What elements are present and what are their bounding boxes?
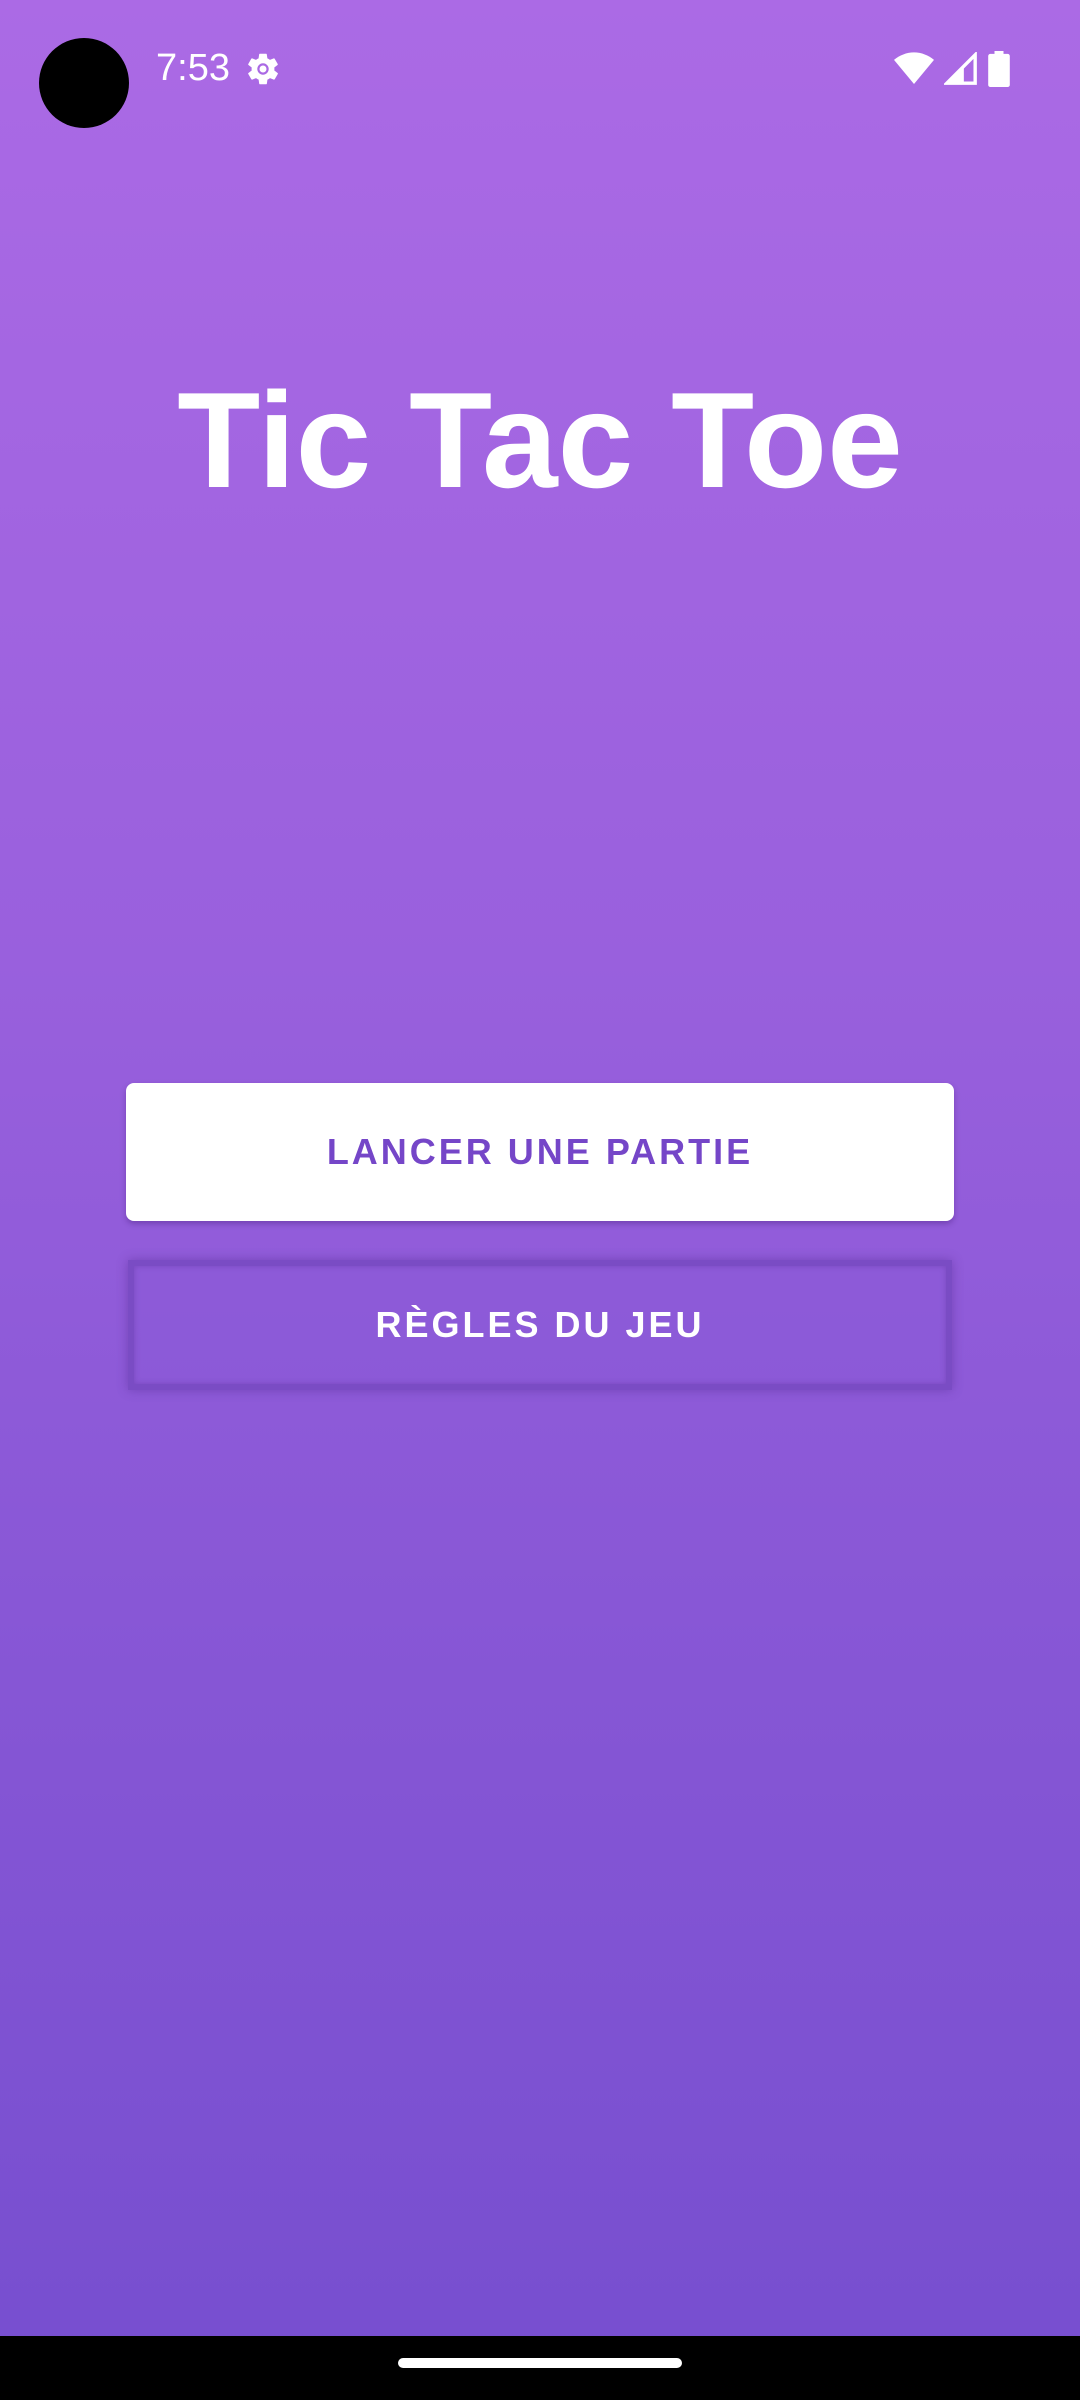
settings-gear-icon: [248, 53, 278, 85]
wifi-icon: [894, 52, 934, 84]
status-time: 7:53: [156, 47, 230, 89]
start-game-button[interactable]: LANCER UNE PARTIE: [126, 1083, 954, 1221]
camera-cutout: [39, 38, 129, 128]
game-rules-button-label: RÈGLES DU JEU: [375, 1304, 705, 1345]
battery-icon: [988, 51, 1010, 87]
game-rules-button[interactable]: RÈGLES DU JEU: [128, 1260, 952, 1390]
start-game-button-label: LANCER UNE PARTIE: [326, 1131, 754, 1172]
navigation-bar: [0, 2336, 1080, 2400]
home-indicator-handle[interactable]: [398, 2358, 682, 2368]
cellular-signal-icon: [944, 52, 977, 85]
status-icons: [894, 50, 1010, 88]
status-bar: 7:53: [0, 0, 1080, 135]
home-screen: 7:53 Tic Tac Toe LANCER UNE PARTIE RÈGLE…: [0, 0, 1080, 2400]
app-title: Tic Tac Toe: [177, 364, 903, 516]
